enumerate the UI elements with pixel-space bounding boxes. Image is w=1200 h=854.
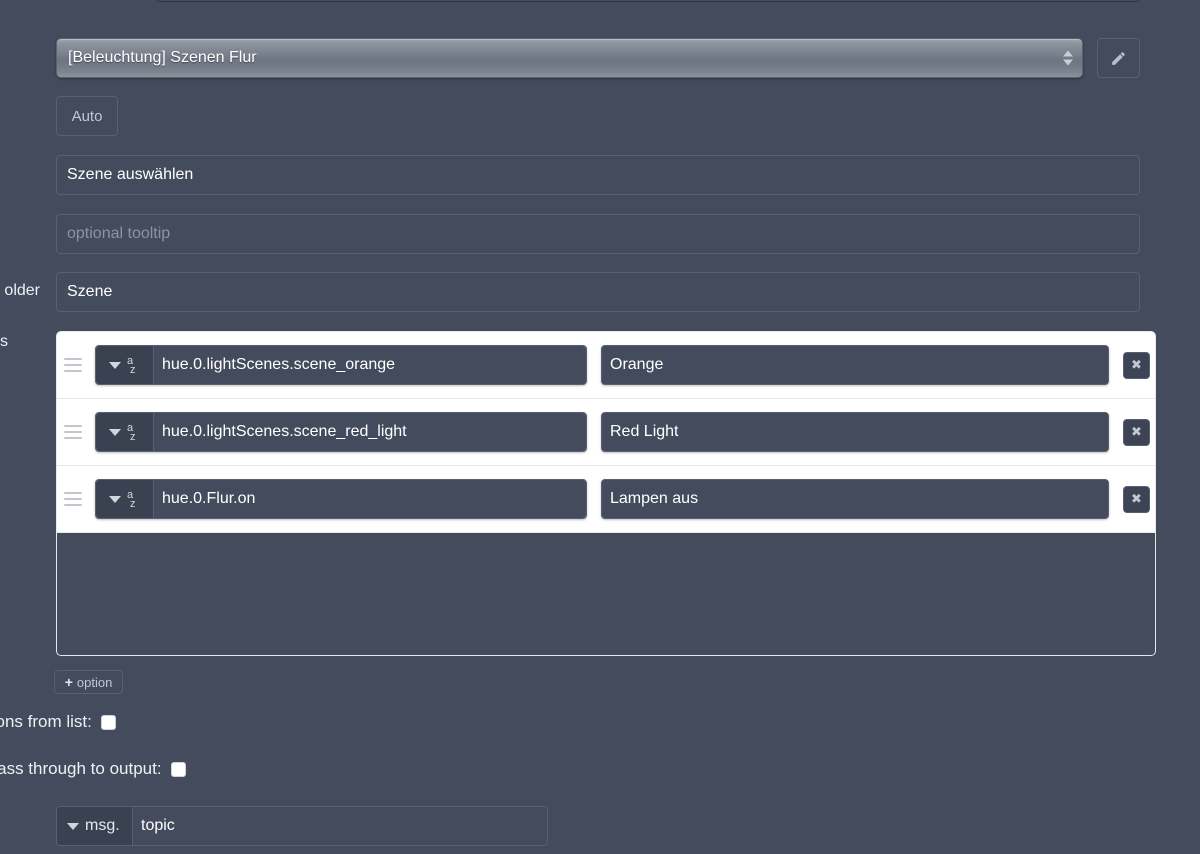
chevron-down-icon (67, 822, 79, 830)
drag-handle-icon[interactable] (64, 352, 90, 378)
placeholder-field-label: older (4, 282, 40, 299)
option-label-input[interactable] (601, 345, 1109, 385)
option-value-typed-input[interactable]: az (95, 479, 587, 519)
option-value-typed-input[interactable]: az (95, 412, 587, 452)
topic-input[interactable] (133, 807, 547, 845)
az-icon: az (127, 489, 136, 510)
add-option-label: option (76, 674, 113, 690)
clipped-field-above (156, 0, 1140, 2)
plus-icon: + (64, 674, 73, 690)
option-type-selector[interactable]: az (96, 480, 154, 518)
select-stepper-arrows-icon (1063, 50, 1073, 66)
edit-node-button[interactable] (1097, 38, 1140, 78)
options-field-label: s (0, 333, 8, 350)
option-type-selector[interactable]: az (96, 346, 154, 384)
topic-prefix-label: msg. (85, 817, 120, 834)
node-select[interactable]: [Beleuchtung] Szenen Flur (56, 38, 1083, 78)
chevron-down-icon (109, 361, 121, 369)
option-label-input[interactable] (601, 479, 1109, 519)
drag-handle-icon[interactable] (64, 419, 90, 445)
chevron-down-icon (109, 428, 121, 436)
topic-type-selector[interactable]: msg. (57, 807, 133, 845)
option-label-input[interactable] (601, 412, 1109, 452)
options-rows: az ✖ az ✖ (57, 332, 1155, 533)
chevron-down-icon (109, 495, 121, 503)
size-auto-button[interactable]: Auto (56, 96, 118, 136)
add-option-button[interactable]: + option (54, 670, 123, 694)
option-value-input[interactable] (154, 413, 586, 451)
pass-through-checkbox[interactable] (170, 761, 186, 777)
table-row[interactable]: az ✖ (57, 332, 1155, 399)
placeholder-input[interactable] (56, 272, 1140, 312)
options-list: az ✖ az ✖ (56, 331, 1156, 656)
node-select-row: [Beleuchtung] Szenen Flur (56, 38, 1140, 78)
topic-typed-input[interactable]: msg. (56, 806, 548, 846)
az-icon: az (127, 355, 136, 376)
label-input[interactable] (56, 155, 1140, 195)
tooltip-input[interactable] (56, 214, 1140, 254)
size-auto-label: Auto (71, 107, 103, 125)
table-row[interactable]: az ✖ (57, 399, 1155, 466)
option-value-typed-input[interactable]: az (95, 345, 587, 385)
dropdown-node-edit-dialog: [Beleuchtung] Szenen Flur Auto older s (0, 0, 1200, 854)
delete-option-button[interactable]: ✖ (1123, 351, 1150, 379)
drag-handle-icon[interactable] (64, 486, 90, 512)
multiple-selections-row: multiple selections from list: (0, 712, 116, 732)
az-icon: az (127, 422, 136, 443)
node-select-value: [Beleuchtung] Szenen Flur (68, 49, 257, 66)
pencil-icon (1112, 51, 1125, 65)
delete-option-button[interactable]: ✖ (1123, 418, 1150, 446)
option-type-selector[interactable]: az (96, 413, 154, 451)
multiple-selections-label: multiple selections from list: (0, 712, 92, 731)
multiple-selections-checkbox[interactable] (100, 714, 116, 730)
pass-through-row: arrives on input, pass through to output… (0, 759, 186, 779)
option-value-input[interactable] (154, 480, 586, 518)
delete-option-button[interactable]: ✖ (1123, 485, 1150, 513)
pass-through-label: arrives on input, pass through to output… (0, 759, 162, 778)
table-row[interactable]: az ✖ (57, 466, 1155, 533)
option-value-input[interactable] (154, 346, 586, 384)
